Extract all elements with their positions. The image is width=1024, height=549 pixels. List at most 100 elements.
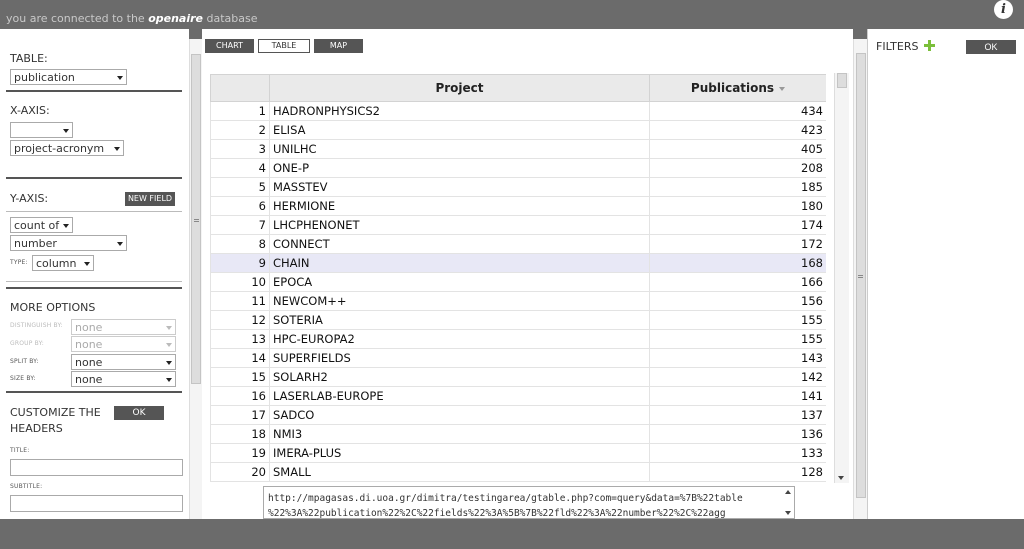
size-by-select[interactable]: none [71,371,176,387]
split-by-select[interactable]: none [71,354,176,370]
project-cell: NEWCOM++ [269,291,650,311]
row-number: 17 [210,405,270,425]
chevron-down-icon [166,326,172,330]
table-row[interactable]: 15 SOLARH2 142 [210,367,826,387]
project-cell: MASSTEV [269,177,650,197]
chevron-down-icon [166,343,172,347]
xaxis-section-title: X-AXIS: [10,104,50,117]
table-row[interactable]: 12 SOTERIA 155 [210,310,826,330]
chart-type-select-value: column [36,257,77,270]
table-row[interactable]: 8 CONNECT 172 [210,234,826,254]
more-options-title: MORE OPTIONS [10,301,96,314]
table-row[interactable]: 2 ELISA 423 [210,120,826,140]
table-row[interactable]: 9 CHAIN 168 [210,253,826,273]
query-url-box[interactable]: http://mpagasas.di.uoa.gr/dimitra/testin… [263,486,795,519]
split-by-value: none [75,356,103,369]
xaxis-field-select[interactable]: project-acronym [10,140,124,156]
table-row[interactable]: 7 LHCPHENONET 174 [210,215,826,235]
filters-ok-button[interactable]: OK [966,40,1016,54]
table-row[interactable]: 20 SMALL 128 [210,462,826,482]
row-number: 1 [210,101,270,121]
tab-map[interactable]: MAP [314,39,363,53]
group-by-select[interactable]: none [71,336,176,352]
publications-cell: 133 [649,443,826,463]
table-row[interactable]: 13 HPC-EUROPA2 155 [210,329,826,349]
results-area: CHART TABLE MAP Project Publications 1 HA… [202,29,853,519]
project-cell: HADRONPHYSICS2 [269,101,650,121]
publications-cell: 208 [649,158,826,178]
xaxis-table-select[interactable] [10,122,73,138]
publications-cell: 143 [649,348,826,368]
title-label: TITLE: [10,447,30,454]
split-by-label: SPLIT BY: [10,358,39,365]
table-row[interactable]: 19 IMERA-PLUS 133 [210,443,826,463]
project-cell: SMALL [269,462,650,482]
project-cell: HERMIONE [269,196,650,216]
publications-cell: 434 [649,101,826,121]
chart-type-select[interactable]: column [32,255,94,271]
center-scrollbar[interactable] [853,39,868,519]
yaxis-field-select[interactable]: number [10,235,127,251]
group-by-value: none [75,338,103,351]
table-row[interactable]: 10 EPOCA 166 [210,272,826,292]
chevron-down-icon [84,262,90,266]
table-scrollbar[interactable] [834,73,849,483]
divider [6,177,182,179]
title-input[interactable] [10,459,183,476]
rownum-header [210,74,270,102]
row-number: 16 [210,386,270,406]
table-row[interactable]: 16 LASERLAB-EUROPE 141 [210,386,826,406]
table-row[interactable]: 5 MASSTEV 185 [210,177,826,197]
headers-ok-button[interactable]: OK [114,406,164,420]
publications-cell: 172 [649,234,826,254]
chevron-down-icon [114,147,120,151]
new-field-button[interactable]: NEW FIELD [125,192,175,206]
distinguish-by-value: none [75,321,103,334]
table-row[interactable]: 3 UNILHC 405 [210,139,826,159]
table-row[interactable]: 11 NEWCOM++ 156 [210,291,826,311]
url-scrollbar[interactable] [784,488,793,517]
tab-chart[interactable]: CHART [205,39,254,53]
scroll-thumb[interactable] [837,73,847,88]
add-filter-icon[interactable] [924,40,935,51]
project-cell: LASERLAB-EUROPE [269,386,650,406]
project-cell: SADCO [269,405,650,425]
table-row[interactable]: 4 ONE-P 208 [210,158,826,178]
table-row[interactable]: 6 HERMIONE 180 [210,196,826,216]
publications-cell: 142 [649,367,826,387]
connection-status: you are connected to the openaire databa… [6,12,258,25]
table-row[interactable]: 14 SUPERFIELDS 143 [210,348,826,368]
project-cell: SUPERFIELDS [269,348,650,368]
info-icon[interactable]: i [994,0,1013,19]
publications-header[interactable]: Publications [649,74,826,102]
subtitle-label: SUBTITLE: [10,483,43,490]
distinguish-by-select[interactable]: none [71,319,176,335]
customize-headers-title: CUSTOMIZE THE [10,406,101,419]
table-row[interactable]: 18 NMI3 136 [210,424,826,444]
row-number: 15 [210,367,270,387]
filters-panel: FILTERS OK [867,29,1024,519]
scroll-down-icon[interactable] [785,511,791,515]
row-number: 4 [210,158,270,178]
yaxis-section-title: Y-AXIS: [10,192,49,205]
left-panel-scrollbar[interactable] [189,39,203,519]
aggregate-select[interactable]: count of [10,217,73,233]
aggregate-select-value: count of [14,219,60,232]
table-section-title: TABLE: [10,52,48,65]
scroll-up-icon[interactable] [785,490,791,494]
divider [6,287,182,289]
project-header[interactable]: Project [269,74,650,102]
subtitle-input[interactable] [10,495,183,512]
project-cell: EPOCA [269,272,650,292]
project-cell: UNILHC [269,139,650,159]
table-select[interactable]: publication [10,69,127,85]
filters-label: FILTERS [876,40,919,53]
project-header-label: Project [435,81,484,95]
tab-table[interactable]: TABLE [258,39,310,53]
table-row[interactable]: 17 SADCO 137 [210,405,826,425]
divider [6,391,182,393]
row-number: 18 [210,424,270,444]
scroll-down-icon[interactable] [838,476,844,480]
table-row[interactable]: 1 HADRONPHYSICS2 434 [210,101,826,121]
publications-cell: 185 [649,177,826,197]
